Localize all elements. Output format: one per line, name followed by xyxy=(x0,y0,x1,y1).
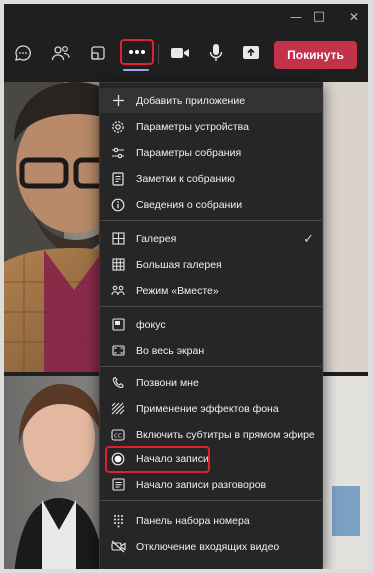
menu-item-dial-pad[interactable]: Панель набора номера xyxy=(100,508,322,533)
phone-icon xyxy=(110,375,126,391)
menu-item-label: Сведения о собрании xyxy=(136,198,243,211)
checkmark-icon: ✓ xyxy=(303,230,314,246)
plus-icon xyxy=(110,93,126,109)
menu-item-label: Заметки к собранию xyxy=(136,172,236,185)
gear-icon xyxy=(110,119,126,135)
chat-icon xyxy=(15,45,31,61)
menu-item-label: Добавить приложение xyxy=(136,94,246,107)
menu-item-label: фокус xyxy=(136,318,166,331)
menu-item-device-settings[interactable]: Параметры устройства xyxy=(100,114,322,139)
menu-item-live-captions[interactable]: CC Включить субтитры в прямом эфире xyxy=(100,422,322,447)
toolbar-divider xyxy=(158,44,159,64)
menu-item-label: Параметры устройства xyxy=(136,120,249,133)
menu-divider xyxy=(100,220,322,221)
menu-item-label: Во весь экран xyxy=(136,344,205,357)
menu-item-fullscreen[interactable]: Во весь экран xyxy=(100,338,322,363)
menu-item-background-effects[interactable]: Применение эффектов фона xyxy=(100,396,322,421)
menu-item-large-gallery[interactable]: Большая галерея xyxy=(100,252,322,277)
rooms-button[interactable] xyxy=(84,39,112,67)
maximize-button[interactable]: □ xyxy=(309,8,329,26)
notes-icon xyxy=(110,171,126,187)
active-indicator xyxy=(123,69,149,71)
svg-text:CC: CC xyxy=(114,433,122,439)
more-actions-button[interactable] xyxy=(120,39,154,65)
sliders-icon xyxy=(110,145,126,161)
transcript-icon xyxy=(110,477,126,493)
menu-item-meeting-notes[interactable]: Заметки к собранию xyxy=(100,166,322,191)
dialpad-icon xyxy=(110,513,126,529)
participants-icon xyxy=(51,46,70,61)
menu-item-label: Применение эффектов фона xyxy=(136,402,279,415)
camera-icon xyxy=(171,48,189,58)
mic-icon xyxy=(209,44,223,61)
teams-meeting-window: — □ ✕ Покинуть Добавить приложение Парам… xyxy=(4,4,368,569)
participants-button[interactable] xyxy=(47,39,75,67)
background-effects-icon xyxy=(110,401,126,417)
menu-divider xyxy=(100,500,322,501)
menu-item-label: Большая галерея xyxy=(136,258,222,271)
menu-item-label: Включить субтитры в прямом эфире xyxy=(136,428,315,441)
menu-item-meeting-options[interactable]: Параметры собрания xyxy=(100,140,322,165)
screenshot-frame: — □ ✕ Покинуть Добавить приложение Парам… xyxy=(0,0,373,573)
leave-button[interactable]: Покинуть xyxy=(274,41,357,69)
video-off-icon xyxy=(110,539,126,555)
focus-icon xyxy=(110,317,126,333)
menu-item-label: Параметры собрания xyxy=(136,146,242,159)
together-mode-icon xyxy=(110,283,126,299)
menu-item-label: Галерея xyxy=(136,232,177,245)
menu-item-meeting-info[interactable]: Сведения о собрании xyxy=(100,192,322,217)
title-bar: — □ ✕ xyxy=(4,4,368,30)
menu-item-label: Позвони мне xyxy=(136,376,199,389)
recording-highlight xyxy=(105,446,210,473)
more-actions-menu: Добавить приложение Параметры устройства… xyxy=(99,82,323,569)
menu-item-label: Отключение входящих видео xyxy=(136,540,280,553)
menu-divider xyxy=(100,306,322,307)
share-screen-button[interactable] xyxy=(237,39,265,67)
rooms-icon xyxy=(91,46,105,60)
menu-item-label: Начало записи разговоров xyxy=(136,478,267,491)
menu-item-together-mode[interactable]: Режим «Вместе» xyxy=(100,278,322,303)
camera-button[interactable] xyxy=(166,39,194,67)
microphone-button[interactable] xyxy=(202,39,230,67)
menu-item-turn-off-incoming-video[interactable]: Отключение входящих видео xyxy=(100,534,322,559)
share-icon xyxy=(243,46,259,59)
meeting-toolbar: Покинуть xyxy=(4,30,368,82)
minimize-button[interactable]: — xyxy=(286,8,306,26)
captions-icon: CC xyxy=(110,427,126,443)
menu-item-call-me[interactable]: Позвони мне xyxy=(100,370,322,395)
menu-divider xyxy=(100,366,322,367)
large-gallery-icon xyxy=(110,257,126,273)
fullscreen-icon xyxy=(110,343,126,359)
menu-item-label: Панель набора номера xyxy=(136,514,250,527)
menu-item-gallery[interactable]: Галерея ✓ xyxy=(100,226,322,251)
info-icon xyxy=(110,197,126,213)
menu-item-add-app[interactable]: Добавить приложение xyxy=(100,88,322,113)
menu-item-focus[interactable]: фокус xyxy=(100,312,322,337)
chat-button[interactable] xyxy=(9,39,37,67)
gallery-icon xyxy=(110,231,126,247)
more-icon xyxy=(129,50,145,54)
close-button[interactable]: ✕ xyxy=(344,8,364,26)
menu-item-start-transcription[interactable]: Начало записи разговоров xyxy=(100,472,322,497)
menu-item-label: Режим «Вместе» xyxy=(136,284,219,297)
